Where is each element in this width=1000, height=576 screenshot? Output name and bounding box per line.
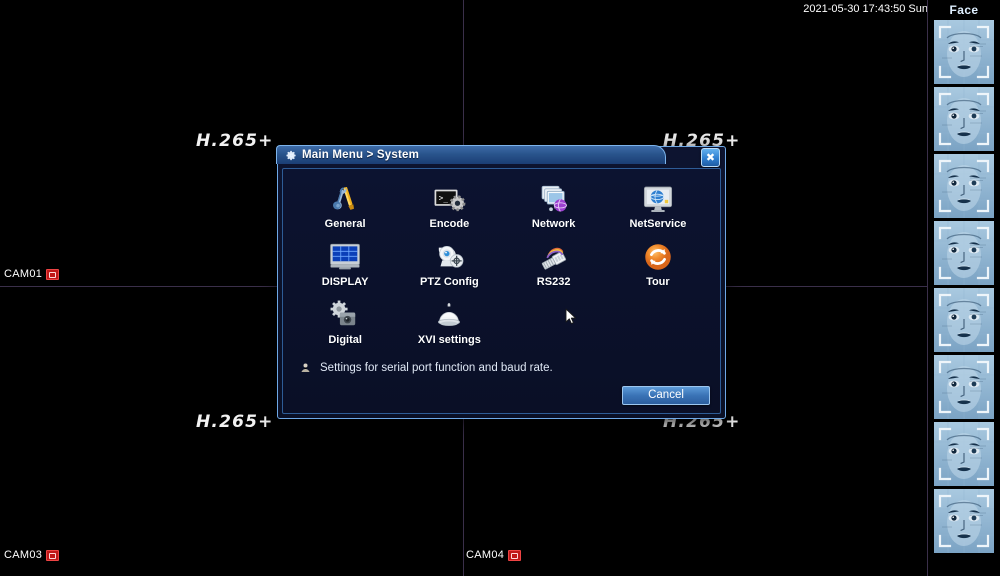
menu-item-label: Network — [531, 218, 576, 230]
face-panel-title: Face — [949, 3, 979, 17]
face-thumbnail[interactable] — [934, 489, 994, 553]
terminal-gear-icon: >_ — [432, 181, 466, 217]
menu-item-tour[interactable]: Tour — [606, 239, 710, 294]
camera-label-cam03: CAM03 — [4, 549, 60, 561]
face-scan-icon — [934, 20, 994, 84]
camera-name-text: CAM04 — [466, 549, 505, 561]
dome-camera-icon — [432, 297, 466, 333]
menu-item-digital[interactable]: Digital — [293, 297, 397, 352]
dialog-body: General >_ Encode Network NetService DIS… — [282, 168, 721, 414]
menu-item-label: DISPLAY — [321, 276, 369, 288]
face-thumbnail[interactable] — [934, 87, 994, 151]
menu-item-encode[interactable]: >_ Encode — [397, 181, 501, 236]
timestamp-overlay: 2021-05-30 17:43:50 Sun — [803, 3, 928, 15]
menu-item-ptzconfig[interactable]: PTZ Config — [397, 239, 501, 294]
menu-item-display[interactable]: DISPLAY — [293, 239, 397, 294]
ptz-camera-icon — [432, 239, 466, 275]
digital-camera-gear-icon — [328, 297, 362, 333]
menu-item-general[interactable]: General — [293, 181, 397, 236]
camera-name-text: CAM01 — [4, 268, 43, 280]
menu-item-label: XVI settings — [417, 334, 481, 346]
menu-item-network[interactable]: Network — [502, 181, 606, 236]
menu-item-label: RS232 — [536, 276, 571, 288]
wrench-screwdriver-icon — [328, 181, 362, 217]
gear-icon — [286, 150, 296, 160]
face-thumbnail[interactable] — [934, 20, 994, 84]
face-panel: Face — [927, 0, 1000, 576]
face-scan-icon — [934, 221, 994, 285]
face-scan-icon — [934, 489, 994, 553]
hint-row: Settings for serial port function and ba… — [283, 352, 720, 374]
menu-item-netservice[interactable]: NetService — [606, 181, 710, 236]
menu-item-label: NetService — [629, 218, 687, 230]
face-scan-icon — [934, 422, 994, 486]
menu-item-rs232[interactable]: RS232 — [502, 239, 606, 294]
hint-text: Settings for serial port function and ba… — [320, 362, 553, 374]
face-scan-icon — [934, 87, 994, 151]
nvr-screen: H.265+ H.265+ H.265+ H.265+ CAM01 CAM03 … — [0, 0, 1000, 576]
monitor-globe-icon — [641, 181, 675, 217]
face-thumbnail[interactable] — [934, 422, 994, 486]
codec-watermark-ch1: H.265+ — [196, 131, 274, 151]
menu-item-label: PTZ Config — [420, 276, 479, 288]
dialog-titlebar: Main Menu > System — [276, 145, 666, 164]
close-glyph: ✖ — [705, 151, 716, 164]
face-thumbnail[interactable] — [934, 154, 994, 218]
face-thumbnail-list[interactable] — [928, 20, 1000, 553]
network-screens-icon — [537, 181, 571, 217]
menu-item-label: Digital — [328, 334, 362, 346]
record-icon — [508, 549, 522, 561]
cancel-button[interactable]: Cancel — [622, 386, 710, 405]
record-icon — [46, 268, 60, 280]
face-scan-icon — [934, 154, 994, 218]
face-thumbnail[interactable] — [934, 221, 994, 285]
system-menu-dialog: Main Menu > System ✖ General >_ Encode N… — [276, 145, 726, 419]
camera-label-cam04: CAM04 — [466, 549, 522, 561]
face-thumbnail[interactable] — [934, 288, 994, 352]
monitor-grid-icon — [328, 239, 362, 275]
face-thumbnail[interactable] — [934, 355, 994, 419]
camera-name-text: CAM03 — [4, 549, 43, 561]
dialog-button-row: Cancel — [622, 386, 710, 405]
svg-text:>_: >_ — [439, 193, 449, 202]
serial-cable-icon — [537, 239, 571, 275]
menu-item-label: Tour — [646, 276, 670, 288]
menu-item-xvisettings[interactable]: XVI settings — [397, 297, 501, 352]
system-menu-grid: General >_ Encode Network NetService DIS… — [283, 177, 720, 352]
face-scan-icon — [934, 355, 994, 419]
face-scan-icon — [934, 288, 994, 352]
menu-item-label: General — [324, 218, 366, 230]
dialog-title: Main Menu > System — [302, 149, 420, 161]
info-pin-icon — [301, 363, 310, 372]
camera-label-cam01: CAM01 — [4, 268, 60, 280]
refresh-circle-icon — [641, 239, 675, 275]
close-icon[interactable]: ✖ — [701, 148, 720, 167]
codec-watermark-ch3: H.265+ — [196, 412, 274, 432]
menu-item-label: Encode — [429, 218, 470, 230]
record-icon — [46, 549, 60, 561]
